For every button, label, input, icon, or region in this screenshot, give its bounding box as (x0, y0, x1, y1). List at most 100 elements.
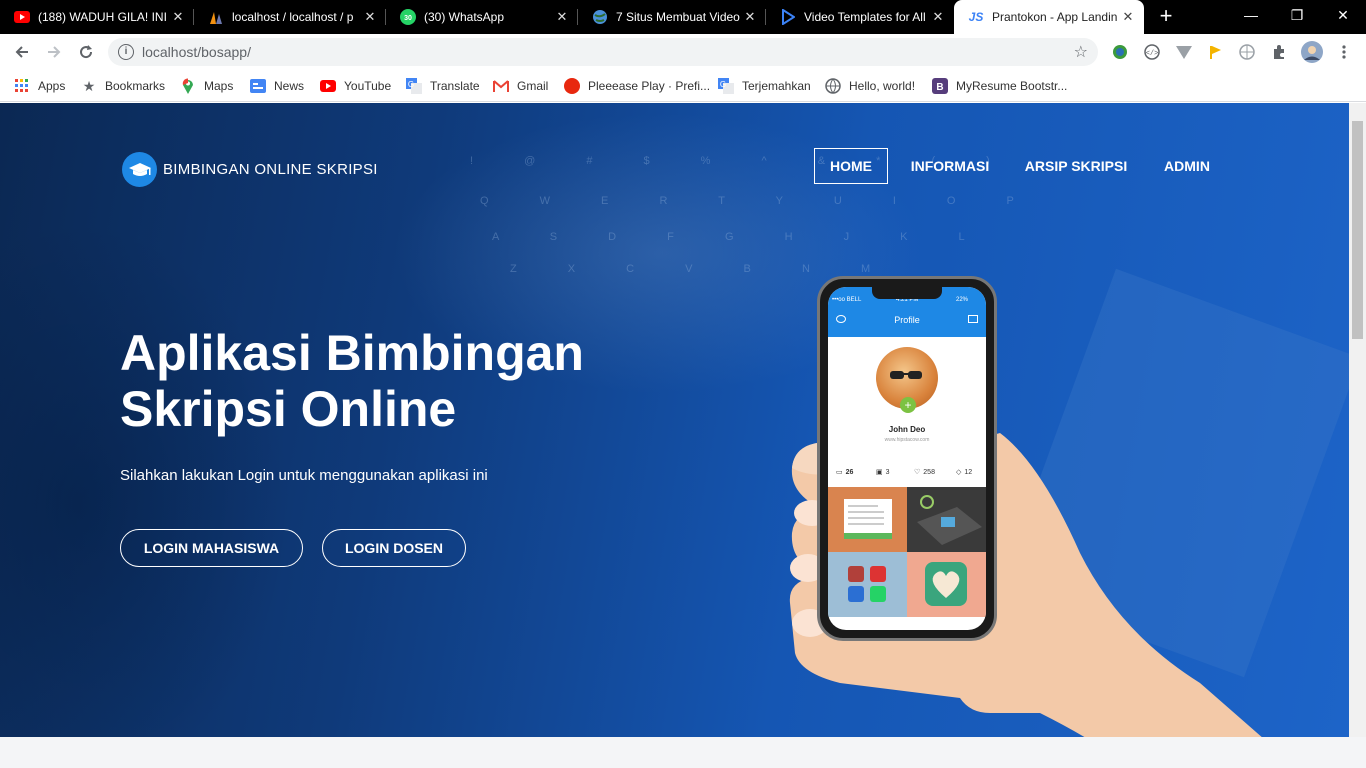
close-window-button[interactable]: ✕ (1320, 0, 1366, 30)
tab-close-icon[interactable]: ✕ (740, 9, 760, 25)
tag-icon: ◇ (956, 469, 962, 476)
gallery-tile (828, 487, 907, 552)
vue-devtools-icon[interactable] (1174, 42, 1194, 62)
translate-icon: G (718, 78, 734, 94)
avatar: + (876, 347, 938, 413)
gmail-icon (493, 78, 509, 94)
maps-pin-icon (180, 78, 196, 94)
site-logo[interactable]: BIMBINGAN ONLINE SKRIPSI (122, 152, 378, 187)
tab-title: localhost / localhost / p (232, 10, 354, 24)
globe-extension-icon[interactable] (1110, 42, 1130, 62)
tab-close-icon[interactable]: ✕ (1118, 9, 1138, 25)
profile-avatar-icon[interactable] (1300, 40, 1324, 64)
landing-page: ! @ # $ % ^ & * ( ) Q W E R T Y U I O P … (0, 103, 1349, 737)
gallery-tile (907, 552, 986, 617)
phone-mockup: •••oo BELL 4:21 PM 22% Profile + John De… (817, 276, 997, 641)
tab-title: Video Templates for All (804, 10, 926, 24)
tab-title: (188) WADUH GILA! INI (38, 10, 167, 24)
translate-extension-icon[interactable] (1237, 42, 1257, 62)
flag-extension-icon[interactable] (1205, 42, 1225, 62)
gallery-tile (907, 487, 986, 552)
tab-strip: (188) WADUH GILA! INI ✕ localhost / loca… (0, 0, 1366, 34)
address-bar[interactable]: i localhost/bosapp/ ☆ (108, 38, 1098, 66)
bootstrap-icon: B (932, 78, 948, 94)
star-icon: ★ (82, 77, 96, 94)
forward-button[interactable] (40, 38, 68, 66)
bookmark-youtube[interactable]: YouTube (320, 76, 391, 96)
mail-icon (968, 315, 978, 323)
tab-close-icon[interactable]: ✕ (168, 9, 188, 25)
tab-close-icon[interactable]: ✕ (360, 9, 380, 25)
phone-screen: •••oo BELL 4:21 PM 22% Profile + John De… (828, 287, 986, 630)
tab-title: 7 Situs Membuat Video (616, 10, 740, 24)
code-extension-icon[interactable]: </> (1142, 42, 1162, 62)
next-section-strip (0, 737, 1366, 768)
login-mahasiswa-button[interactable]: LOGIN MAHASISWA (120, 529, 303, 567)
tab-close-icon[interactable]: ✕ (928, 9, 948, 25)
hero-subtitle: Silahkan lakukan Login untuk menggunakan… (120, 467, 488, 484)
bookmark-terjemahkan[interactable]: G Terjemahkan (718, 76, 811, 96)
nav-informasi[interactable]: INFORMASI (900, 148, 1000, 184)
nav-home[interactable]: HOME (814, 148, 888, 184)
restore-button[interactable]: ❐ (1274, 0, 1320, 30)
globe-icon (825, 78, 841, 94)
nav-arsip-skripsi[interactable]: ARSIP SKRIPSI (1018, 148, 1134, 184)
tab-situs-video[interactable]: 7 Situs Membuat Video ✕ (578, 0, 766, 34)
red-circle-icon (564, 78, 580, 94)
scrollbar-thumb[interactable] (1352, 121, 1363, 339)
extensions-puzzle-icon[interactable] (1269, 42, 1289, 62)
js-icon: JS (968, 10, 984, 24)
graduation-cap-icon (122, 152, 157, 187)
bookmark-news[interactable]: News (250, 76, 304, 96)
bookmark-translate[interactable]: G Translate (406, 76, 480, 96)
stat-likes: ♡ 258 (914, 468, 935, 477)
bookmark-pleeease-play[interactable]: Pleeease Play · Prefi... (564, 76, 710, 96)
minimize-button[interactable]: — (1228, 0, 1274, 30)
hero-title: Aplikasi Bimbingan Skripsi Online (120, 325, 680, 437)
play-icon (780, 9, 796, 25)
add-icon: + (900, 397, 916, 413)
hero-title-line1: Aplikasi Bimbingan (120, 325, 584, 381)
tab-youtube[interactable]: (188) WADUH GILA! INI ✕ (0, 0, 194, 34)
reload-button[interactable] (72, 38, 100, 66)
bookmark-star-icon[interactable]: ☆ (1074, 42, 1088, 62)
page-scrollbar[interactable] (1349, 103, 1366, 737)
more-menu-icon[interactable] (1334, 42, 1354, 62)
phone-battery: 22% (956, 297, 969, 303)
bookmark-maps[interactable]: Maps (180, 76, 233, 96)
gallery-tile (828, 552, 907, 617)
login-dosen-button[interactable]: LOGIN DOSEN (322, 529, 466, 567)
stat-tags: ◇ 12 (956, 468, 973, 477)
bookmark-gmail[interactable]: Gmail (493, 76, 548, 96)
bookmark-myresume[interactable]: B MyResume Bootstr... (932, 76, 1067, 96)
bookmark-hello-world[interactable]: Hello, world! (825, 76, 915, 96)
tab-whatsapp[interactable]: 30 (30) WhatsApp ✕ (386, 0, 578, 34)
youtube-icon (14, 9, 30, 25)
nav-admin[interactable]: ADMIN (1150, 148, 1224, 184)
briefcase-icon: ▣ (876, 469, 883, 476)
reload-icon (80, 45, 93, 59)
tab-video-templates[interactable]: Video Templates for All ✕ (766, 0, 954, 34)
translate-icon: G (406, 78, 422, 94)
back-button[interactable] (8, 38, 36, 66)
globe-icon (592, 9, 608, 25)
svg-text:G: G (408, 80, 414, 89)
bookmark-apps[interactable]: Apps (14, 76, 65, 96)
google-news-icon (250, 78, 266, 94)
tab-title: (30) WhatsApp (424, 10, 505, 24)
svg-text:B: B (936, 82, 943, 93)
svg-text:</>: </> (1146, 50, 1159, 58)
phone-screen-title: Profile (894, 315, 920, 325)
bookmark-bookmarks[interactable]: ★ Bookmarks (81, 76, 165, 96)
tab-close-icon[interactable]: ✕ (552, 9, 572, 25)
hero-title-line2: Skripsi Online (120, 381, 457, 437)
url-text[interactable]: localhost/bosapp/ (142, 44, 251, 60)
tab-prantokon[interactable]: JS Prantokon - App Landin ✕ (954, 0, 1144, 34)
arrow-right-icon (48, 46, 61, 58)
tab-phpmyadmin[interactable]: localhost / localhost / p ✕ (194, 0, 386, 34)
site-info-icon[interactable]: i (118, 44, 134, 60)
profile-name: John Deo (888, 425, 926, 434)
phone-carrier: •••oo BELL (832, 297, 862, 303)
new-tab-button[interactable]: + (1154, 4, 1178, 28)
bookmarks-bar: Apps ★ Bookmarks Maps News YouTube G Tra… (0, 70, 1366, 102)
